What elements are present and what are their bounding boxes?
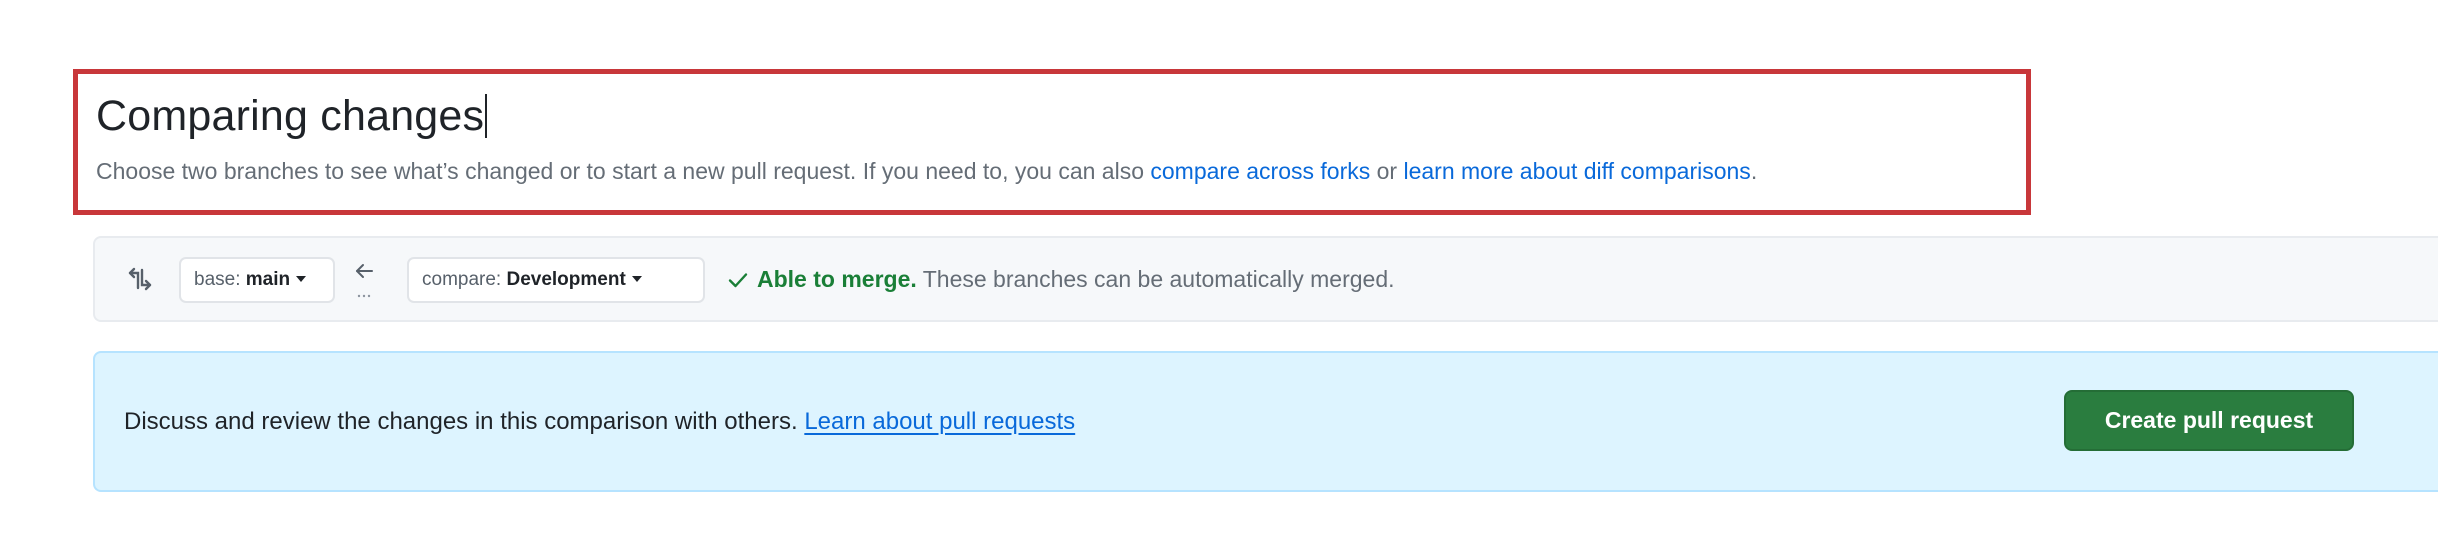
base-branch-name: main [245,269,291,290]
banner-text: Discuss and review the changes in this c… [124,408,805,435]
base-branch-select[interactable]: base: main [179,257,335,303]
learn-pull-requests-link[interactable]: Learn about pull requests [804,408,1075,435]
create-pull-request-button[interactable]: Create pull request [2064,390,2354,451]
check-icon [728,273,748,288]
subtitle-text: Choose two branches to see what’s change… [96,158,1151,184]
compare-branch-select[interactable]: compare: Development [407,257,705,303]
compare-across-forks-link[interactable]: compare across forks [1150,158,1370,184]
pull-request-banner: Discuss and review the changes in this c… [93,351,2438,492]
text-cursor [485,94,488,138]
branch-compare-bar: base: main compare: Development Able to … [93,236,2438,322]
compare-header: Comparing changes Choose two branches to… [73,69,2031,215]
merge-description: These branches can be automatically merg… [916,266,1395,292]
base-prefix: base: [194,269,246,290]
chevron-down-icon [296,276,307,282]
compare-prefix: compare: [422,269,507,290]
subtitle-period: . [1750,158,1758,184]
compare-branch-name: Development [506,269,626,290]
page-subtitle: Choose two branches to see what’s change… [96,158,1757,185]
subtitle-or: or [1370,158,1404,184]
chevron-down-icon [631,276,642,282]
left-arrow-icon [356,264,373,298]
page-title-text: Comparing changes [96,92,485,140]
page: Comparing changes Choose two branches to… [0,0,2438,536]
banner-message: Discuss and review the changes in this c… [124,408,1075,436]
compare-arrows-icon [128,267,152,291]
merge-ok-label: Able to merge. [757,266,917,292]
merge-status: Able to merge. These branches can be aut… [727,266,1395,293]
page-title: Comparing changes [96,92,488,141]
diff-comparisons-link[interactable]: learn more about diff comparisons [1403,158,1750,184]
